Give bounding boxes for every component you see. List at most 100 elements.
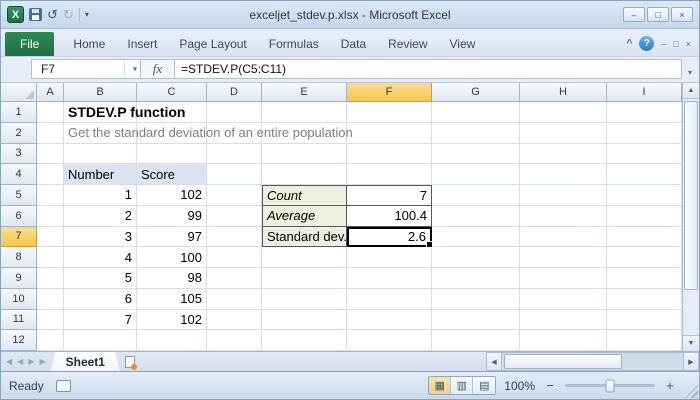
column-header-D[interactable]: D bbox=[207, 83, 262, 102]
cell-A10[interactable] bbox=[37, 288, 64, 310]
cell-G2[interactable] bbox=[432, 122, 520, 144]
cell-C8[interactable]: 100 bbox=[137, 247, 207, 268]
normal-view-button[interactable]: ▦ bbox=[429, 377, 452, 394]
cell-H12[interactable] bbox=[520, 330, 607, 351]
cell-A4[interactable] bbox=[37, 164, 64, 185]
cell-B8[interactable]: 4 bbox=[64, 247, 137, 268]
cell-F1[interactable] bbox=[347, 102, 432, 123]
cell-E9[interactable] bbox=[262, 268, 347, 289]
cell-F6[interactable]: 100.4 bbox=[347, 205, 432, 227]
page-layout-view-button[interactable]: ▥ bbox=[451, 377, 474, 394]
tab-data[interactable]: Data bbox=[330, 32, 377, 56]
cell-B7[interactable]: 3 bbox=[64, 226, 137, 248]
macro-record-icon[interactable] bbox=[55, 379, 71, 392]
cell-I12[interactable] bbox=[607, 330, 682, 351]
cell-G10[interactable] bbox=[432, 288, 520, 310]
cell-A5[interactable] bbox=[37, 185, 64, 206]
scroll-left-icon[interactable]: ◀ bbox=[486, 352, 502, 371]
cell-H3[interactable] bbox=[520, 143, 607, 165]
cell-A2[interactable] bbox=[37, 122, 64, 144]
qat-customize-icon[interactable]: ▾ bbox=[85, 10, 89, 19]
column-header-G[interactable]: G bbox=[432, 83, 520, 102]
cell-E10[interactable] bbox=[262, 288, 347, 310]
tab-home[interactable]: Home bbox=[62, 32, 116, 56]
tab-file[interactable]: File bbox=[5, 32, 55, 56]
cell-G1[interactable] bbox=[432, 102, 520, 123]
cell-D12[interactable] bbox=[207, 330, 262, 351]
cell-G7[interactable] bbox=[432, 226, 520, 248]
cell-H9[interactable] bbox=[520, 268, 607, 289]
zoom-slider-thumb[interactable] bbox=[605, 379, 615, 392]
cell-H6[interactable] bbox=[520, 205, 607, 227]
cell-F9[interactable] bbox=[347, 268, 432, 289]
cell-G3[interactable] bbox=[432, 143, 520, 165]
cell-C3[interactable] bbox=[137, 143, 207, 165]
cell-B3[interactable] bbox=[64, 143, 137, 165]
cell-C7[interactable]: 97 bbox=[137, 226, 207, 248]
cell-B9[interactable]: 5 bbox=[64, 268, 137, 289]
cell-D3[interactable] bbox=[207, 143, 262, 165]
cell-H10[interactable] bbox=[520, 288, 607, 310]
resize-grip[interactable] bbox=[685, 385, 698, 398]
cell-A12[interactable] bbox=[37, 330, 64, 351]
cell-F12[interactable] bbox=[347, 330, 432, 351]
first-sheet-icon[interactable]: ◀ bbox=[6, 357, 12, 366]
row-header-6[interactable]: 6 bbox=[1, 205, 37, 227]
cell-H4[interactable] bbox=[520, 164, 607, 185]
cell-C5[interactable]: 102 bbox=[137, 185, 207, 206]
cell-D6[interactable] bbox=[207, 205, 262, 227]
cell-C11[interactable]: 102 bbox=[137, 309, 207, 331]
row-header-8[interactable]: 8 bbox=[1, 247, 37, 268]
column-header-A[interactable]: A bbox=[37, 83, 64, 102]
cell-B2[interactable]: Get the standard deviation of an entire … bbox=[64, 122, 353, 144]
cell-I10[interactable] bbox=[607, 288, 682, 310]
cell-F10[interactable] bbox=[347, 288, 432, 310]
minimize-ribbon-icon[interactable]: ^ bbox=[626, 38, 632, 49]
workbook-close-icon[interactable]: × bbox=[686, 39, 691, 49]
cell-D5[interactable] bbox=[207, 185, 262, 206]
name-box[interactable]: F7 ▾ bbox=[31, 59, 141, 79]
cell-C10[interactable]: 105 bbox=[137, 288, 207, 310]
column-header-C[interactable]: C bbox=[137, 83, 207, 102]
cell-E5[interactable]: Count bbox=[262, 185, 347, 206]
cell-I5[interactable] bbox=[607, 185, 682, 206]
column-header-H[interactable]: H bbox=[520, 83, 607, 102]
cell-F8[interactable] bbox=[347, 247, 432, 268]
cell-C4[interactable]: Score bbox=[137, 164, 207, 185]
cell-H11[interactable] bbox=[520, 309, 607, 331]
vertical-scrollbar[interactable]: ▲ ▼ bbox=[682, 83, 699, 351]
cell-I2[interactable] bbox=[607, 122, 682, 144]
scroll-down-icon[interactable]: ▼ bbox=[683, 335, 699, 351]
zoom-slider[interactable] bbox=[565, 379, 655, 392]
tab-page-layout[interactable]: Page Layout bbox=[168, 32, 257, 56]
cell-F2[interactable] bbox=[347, 122, 432, 144]
cell-G12[interactable] bbox=[432, 330, 520, 351]
zoom-out-button[interactable]: − bbox=[543, 378, 557, 393]
cell-I4[interactable] bbox=[607, 164, 682, 185]
cell-H7[interactable] bbox=[520, 226, 607, 248]
column-header-B[interactable]: B bbox=[64, 83, 137, 102]
cell-I8[interactable] bbox=[607, 247, 682, 268]
row-header-3[interactable]: 3 bbox=[1, 143, 37, 165]
cell-E3[interactable] bbox=[262, 143, 347, 165]
row-header-10[interactable]: 10 bbox=[1, 288, 37, 310]
redo-icon[interactable]: ↻ bbox=[63, 8, 74, 21]
horizontal-scroll-thumb[interactable] bbox=[504, 354, 622, 369]
cell-E4[interactable] bbox=[262, 164, 347, 185]
cell-B5[interactable]: 1 bbox=[64, 185, 137, 206]
cell-F7[interactable]: 2.6 bbox=[347, 226, 433, 248]
cell-A9[interactable] bbox=[37, 268, 64, 289]
row-header-11[interactable]: 11 bbox=[1, 309, 37, 331]
cell-E11[interactable] bbox=[262, 309, 347, 331]
cell-B10[interactable]: 6 bbox=[64, 288, 137, 310]
row-header-7[interactable]: 7 bbox=[1, 226, 37, 248]
workbook-restore-icon[interactable]: □ bbox=[673, 39, 678, 49]
cell-B6[interactable]: 2 bbox=[64, 205, 137, 227]
cell-G5[interactable] bbox=[432, 185, 520, 206]
cell-D1[interactable] bbox=[207, 102, 262, 123]
row-header-5[interactable]: 5 bbox=[1, 185, 37, 206]
cell-H8[interactable] bbox=[520, 247, 607, 268]
cell-D8[interactable] bbox=[207, 247, 262, 268]
cell-G9[interactable] bbox=[432, 268, 520, 289]
tab-review[interactable]: Review bbox=[377, 32, 438, 56]
